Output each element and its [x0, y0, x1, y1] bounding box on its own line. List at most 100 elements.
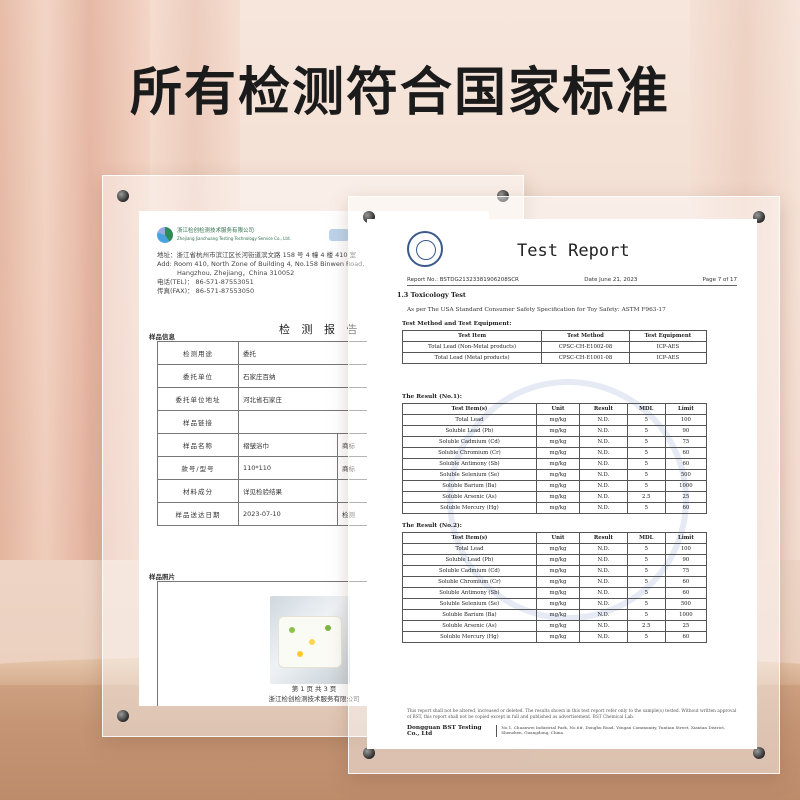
- table-header-row: Test Item Test Method Test Equipment: [401, 330, 708, 342]
- lab-logo-icon: [407, 231, 443, 267]
- table-row: Soluble Mercury (Hg) mg/kg N.D. 5 60: [402, 631, 708, 643]
- method-table: Test Item Test Method Test Equipment Total …: [401, 330, 708, 364]
- report-title: Test Report: [517, 241, 630, 261]
- table-cell: mg/kg: [535, 414, 581, 426]
- table-cell: mg/kg: [535, 469, 581, 481]
- table-cell: 500: [664, 598, 708, 610]
- footer: Dongguan BST Testing Co., Ltd No.1, Chua…: [407, 725, 737, 737]
- table-row: Soluble Arsenic (As) mg/kg N.D. 2.5 25: [402, 620, 708, 632]
- table-cell: 5: [626, 631, 666, 643]
- table-cell: 100: [664, 543, 708, 555]
- table-cell: N.D.: [579, 436, 628, 448]
- table-cell: MDL: [626, 532, 666, 544]
- table-cell: CPSC-CH-E1002-08: [541, 341, 630, 353]
- table-cell: Soluble Antimony (Sb): [402, 458, 537, 470]
- table-row: Total Lead mg/kg N.D. 5 100: [402, 543, 708, 555]
- table-header-row: Test Item(s) Unit Result MDL Limit: [402, 403, 708, 415]
- table-cell: 5: [626, 425, 666, 437]
- table-cell: 5: [626, 447, 666, 459]
- table-cell: 5: [626, 565, 666, 577]
- table-row: Soluble Barium (Ba) mg/kg N.D. 5 1000: [402, 480, 708, 492]
- table-cell: 褶皱浴巾: [238, 433, 338, 457]
- table-cell: 5: [626, 609, 666, 621]
- table-cell: 5: [626, 436, 666, 448]
- table-cell: Soluble Arsenic (As): [402, 491, 537, 503]
- table-cell: N.D.: [579, 425, 628, 437]
- table-cell: 75: [664, 436, 708, 448]
- table-row: Soluble Arsenic (As) mg/kg N.D. 2.5 25: [402, 491, 708, 503]
- table-cell: Test Item: [401, 330, 543, 342]
- table-cell: 5: [626, 458, 666, 470]
- table-cell: N.D.: [579, 587, 628, 599]
- table-cell: 5: [626, 502, 666, 514]
- standard-text: As per The USA Standard Consumer Safety …: [407, 307, 666, 313]
- table-cell: Soluble Lead (Pb): [402, 425, 537, 437]
- result1-label: The Result (No.1):: [402, 394, 462, 400]
- table-cell: Soluble Chromium (Cr): [402, 447, 537, 459]
- table-cell: 样品链接: [157, 410, 239, 434]
- section-heading: 1.3 Toxicology Test: [397, 291, 466, 299]
- table-cell: N.D.: [579, 598, 628, 610]
- table-cell: N.D.: [579, 480, 628, 492]
- table-cell: 材料成分: [157, 479, 239, 503]
- table-cell: 25: [664, 620, 708, 632]
- footer-address: No.1, Chuanwei Industrial Park, No.6#, D…: [496, 725, 737, 737]
- table-cell: 样品名称: [157, 433, 239, 457]
- table-cell: 委托单位地址: [157, 387, 239, 411]
- table-cell: mg/kg: [535, 598, 581, 610]
- company-name-cn: 浙江检创检测技术服务有限公司: [177, 228, 255, 234]
- table-cell: mg/kg: [535, 554, 581, 566]
- report-page: Page 7 of 17: [702, 277, 737, 283]
- table-cell: 1000: [664, 609, 708, 621]
- table-row: Soluble Cadmium (Cd) mg/kg N.D. 5 75: [402, 436, 708, 448]
- table-cell: 5: [626, 414, 666, 426]
- table-cell: 60: [664, 587, 708, 599]
- table-row: Total Lead mg/kg N.D. 5 100: [402, 414, 708, 426]
- table-cell: 110*110: [238, 456, 338, 480]
- table-cell: 详见检验结果: [238, 479, 338, 503]
- table-cell: Soluble Selenium (Se): [402, 598, 537, 610]
- footer-company: Dongguan BST Testing Co., Ltd: [407, 725, 482, 737]
- table-cell: mg/kg: [535, 576, 581, 588]
- table-cell: 90: [664, 425, 708, 437]
- headline: 所有检测符合国家标准: [129, 63, 670, 123]
- table-cell: N.D.: [579, 565, 628, 577]
- table-cell: mg/kg: [535, 565, 581, 577]
- table-cell: mg/kg: [535, 631, 581, 643]
- table-cell: mg/kg: [535, 480, 581, 492]
- table-cell: 5: [626, 480, 666, 492]
- table-cell: 90: [664, 554, 708, 566]
- company-name-en: Zhejiang Jianchuang Testing Technology S…: [177, 236, 291, 241]
- section-sample-photo: 样品照片: [149, 573, 175, 581]
- table-cell: Result: [579, 532, 628, 544]
- table-cell: Soluble Mercury (Hg): [402, 502, 537, 514]
- table-cell: 60: [664, 631, 708, 643]
- table-cell: mg/kg: [535, 609, 581, 621]
- table-cell: 5: [626, 469, 666, 481]
- table-row: Soluble Selenium (Se) mg/kg N.D. 5 500: [402, 598, 708, 610]
- table-cell: Soluble Cadmium (Cd): [402, 565, 537, 577]
- table-cell: Soluble Barium (Ba): [402, 609, 537, 621]
- table-cell: 款号/型号: [157, 456, 239, 480]
- result2-label: The Result (No.2):: [402, 523, 462, 529]
- disclaimer: This report shall not be altered, increa…: [407, 709, 737, 720]
- table-cell: 样品送达日期: [157, 502, 239, 526]
- table-cell: 60: [664, 458, 708, 470]
- table-cell: 5: [626, 543, 666, 555]
- table-cell: Limit: [664, 403, 708, 415]
- report-date: Date June 21, 2023: [584, 277, 638, 283]
- table-cell: Soluble Chromium (Cr): [402, 576, 537, 588]
- table-cell: Soluble Arsenic (As): [402, 620, 537, 632]
- table-cell: mg/kg: [535, 491, 581, 503]
- result-table-2: Test Item(s) Unit Result MDL Limit Total Lead…: [402, 532, 708, 643]
- table-cell: ICP-AES: [628, 352, 708, 364]
- table-cell: Limit: [664, 532, 708, 544]
- table-cell: N.D.: [579, 576, 628, 588]
- towel-image: [278, 616, 342, 668]
- table-cell: N.D.: [579, 469, 628, 481]
- table-cell: 5: [626, 554, 666, 566]
- table-row: Soluble Lead (Pb) mg/kg N.D. 5 90: [402, 554, 708, 566]
- table-cell: Soluble Antimony (Sb): [402, 587, 537, 599]
- pin-icon: [117, 710, 129, 722]
- table-cell: 60: [664, 576, 708, 588]
